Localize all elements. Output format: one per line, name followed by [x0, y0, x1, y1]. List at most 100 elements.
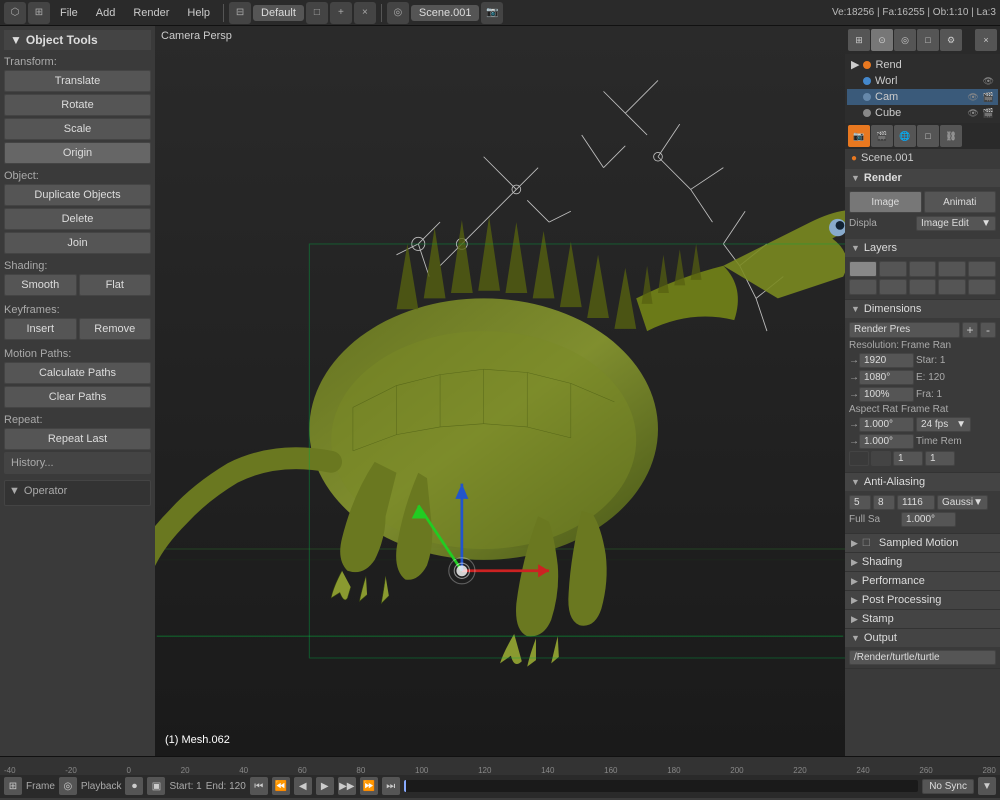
cube-vis[interactable]: 👁 — [967, 108, 978, 119]
preset-add[interactable]: + — [962, 322, 978, 338]
remove-btn[interactable]: Remove — [79, 318, 152, 340]
layer-2[interactable] — [879, 261, 907, 277]
res-y-input[interactable] — [859, 370, 914, 385]
layer-3[interactable] — [909, 261, 937, 277]
rotate-btn[interactable]: Rotate — [4, 94, 151, 116]
aa-header[interactable]: ▼ Anti-Aliasing — [845, 473, 1000, 491]
frame-val4[interactable] — [925, 451, 955, 466]
tl-icon2[interactable]: ▣ — [147, 777, 165, 795]
tl-next-frame[interactable]: ▶▶ — [338, 777, 356, 795]
scene-item-rend[interactable]: ▶ Rend — [847, 56, 998, 73]
rs-settings-icon[interactable]: ⚙ — [940, 29, 962, 51]
menu-add[interactable]: Add — [88, 5, 124, 21]
layer-5[interactable] — [968, 261, 996, 277]
layer-4[interactable] — [938, 261, 966, 277]
sampled-motion-header[interactable]: ▶ ☐ Sampled Motion — [845, 534, 1000, 552]
frame-val1[interactable] — [849, 451, 869, 466]
output-header[interactable]: ▼ Output — [845, 629, 1000, 647]
animation-btn[interactable]: Animati — [924, 191, 997, 213]
flat-btn[interactable]: Flat — [79, 274, 152, 296]
render-icon[interactable]: ◎ — [387, 2, 409, 24]
performance-header[interactable]: ▶ Performance — [845, 572, 1000, 590]
scale-btn[interactable]: Scale — [4, 118, 151, 140]
layers-header[interactable]: ▼ Layers — [845, 239, 1000, 257]
frame-val3[interactable] — [893, 451, 923, 466]
res-x-input[interactable] — [859, 353, 914, 368]
layout-icon[interactable]: ⊞ — [28, 2, 50, 24]
insert-btn[interactable]: Insert — [4, 318, 77, 340]
tl-icon[interactable]: ⊞ — [4, 777, 22, 795]
frame-val2[interactable] — [871, 451, 891, 466]
viewport[interactable]: Camera Persp ⊡ — [155, 26, 845, 756]
prop-scene-icon[interactable]: 🎬 — [871, 125, 893, 147]
duplicate-btn[interactable]: Duplicate Objects — [4, 184, 151, 206]
delete-btn[interactable]: Delete — [4, 208, 151, 230]
playback-track[interactable] — [404, 780, 918, 792]
layer-6[interactable] — [849, 279, 877, 295]
shading-props-header[interactable]: ▶ Shading — [845, 553, 1000, 571]
tl-record[interactable]: ⏺ — [125, 777, 143, 795]
aa-val2[interactable] — [873, 495, 895, 510]
join-btn[interactable]: Join — [4, 232, 151, 254]
aa-filter[interactable]: Gaussi ▼ — [937, 495, 988, 510]
display-dropdown[interactable]: Image Edit ▼ — [916, 216, 996, 231]
world-vis[interactable]: 👁 — [983, 76, 994, 87]
tl-prev-frame[interactable]: ◀ — [294, 777, 312, 795]
rs-view-icon[interactable]: ⊞ — [848, 29, 870, 51]
aspect-y-input[interactable] — [859, 434, 914, 449]
origin-btn[interactable]: Origin — [4, 142, 151, 164]
aa-val1[interactable] — [849, 495, 871, 510]
preset-dropdown[interactable]: Render Pres — [849, 322, 960, 338]
screen-icon[interactable]: ⊟ — [229, 2, 251, 24]
cam-render[interactable]: 🎬 — [983, 92, 994, 103]
aspect-x-input[interactable] — [859, 417, 914, 432]
plus-icon[interactable]: + — [330, 2, 352, 24]
menu-render[interactable]: Render — [125, 5, 177, 21]
preset-remove[interactable]: - — [980, 322, 996, 338]
tl-rewind[interactable]: ⏮ — [250, 777, 268, 795]
repeat-last-btn[interactable]: Repeat Last — [4, 428, 151, 450]
post-header[interactable]: ▶ Post Processing — [845, 591, 1000, 609]
scene-item-cube[interactable]: Cube 👁 🎬 — [847, 105, 998, 121]
menu-file[interactable]: File — [52, 5, 86, 21]
aa-samples[interactable] — [897, 495, 935, 510]
layer-10[interactable] — [968, 279, 996, 295]
translate-btn[interactable]: Translate — [4, 70, 151, 92]
pct-input[interactable] — [859, 387, 914, 402]
rs-world-icon[interactable]: ◎ — [894, 29, 916, 51]
scene-item-cam[interactable]: Cam 👁 🎬 — [847, 89, 998, 105]
smooth-btn[interactable]: Smooth — [4, 274, 77, 296]
tl-dropdown[interactable]: ▼ — [978, 777, 996, 795]
tl-next-key[interactable]: ⏩ — [360, 777, 378, 795]
calculate-paths-btn[interactable]: Calculate Paths — [4, 362, 151, 384]
camera-icon[interactable]: 📷 — [481, 2, 503, 24]
prop-object-icon[interactable]: □ — [917, 125, 939, 147]
dimensions-header[interactable]: ▼ Dimensions — [845, 300, 1000, 318]
no-sync-btn[interactable]: No Sync — [922, 779, 974, 794]
image-btn[interactable]: Image — [849, 191, 922, 213]
render-header[interactable]: ▼ Render — [845, 169, 1000, 187]
output-path[interactable] — [849, 650, 996, 665]
tl-end[interactable]: ⏭ — [382, 777, 400, 795]
rs-close-icon[interactable]: × — [975, 29, 997, 51]
stamp-header[interactable]: ▶ Stamp — [845, 610, 1000, 628]
tl-play[interactable]: ▶ — [316, 777, 334, 795]
menu-help[interactable]: Help — [179, 5, 218, 21]
tl-frame-icon[interactable]: ◎ — [59, 777, 77, 795]
cube-render[interactable]: 🎬 — [983, 108, 994, 119]
sm-toggle[interactable]: ☐ — [862, 538, 871, 549]
prop-render-icon[interactable]: 📷 — [848, 125, 870, 147]
layer-7[interactable] — [879, 279, 907, 295]
fps-dropdown[interactable]: 24 fps ▼ — [916, 417, 971, 432]
prop-world-icon[interactable]: 🌐 — [894, 125, 916, 147]
cam-vis[interactable]: 👁 — [967, 92, 978, 103]
layer-1[interactable] — [849, 261, 877, 277]
history-btn[interactable]: History... — [4, 452, 151, 474]
layer-8[interactable] — [909, 279, 937, 295]
prop-constraint-icon[interactable]: ⛓ — [940, 125, 962, 147]
tl-prev-key[interactable]: ⏪ — [272, 777, 290, 795]
rs-camera-icon[interactable]: ⊙ — [871, 29, 893, 51]
scene-item-world[interactable]: Worl 👁 — [847, 73, 998, 89]
aa-full-val[interactable] — [901, 512, 956, 527]
clear-paths-btn[interactable]: Clear Paths — [4, 386, 151, 408]
